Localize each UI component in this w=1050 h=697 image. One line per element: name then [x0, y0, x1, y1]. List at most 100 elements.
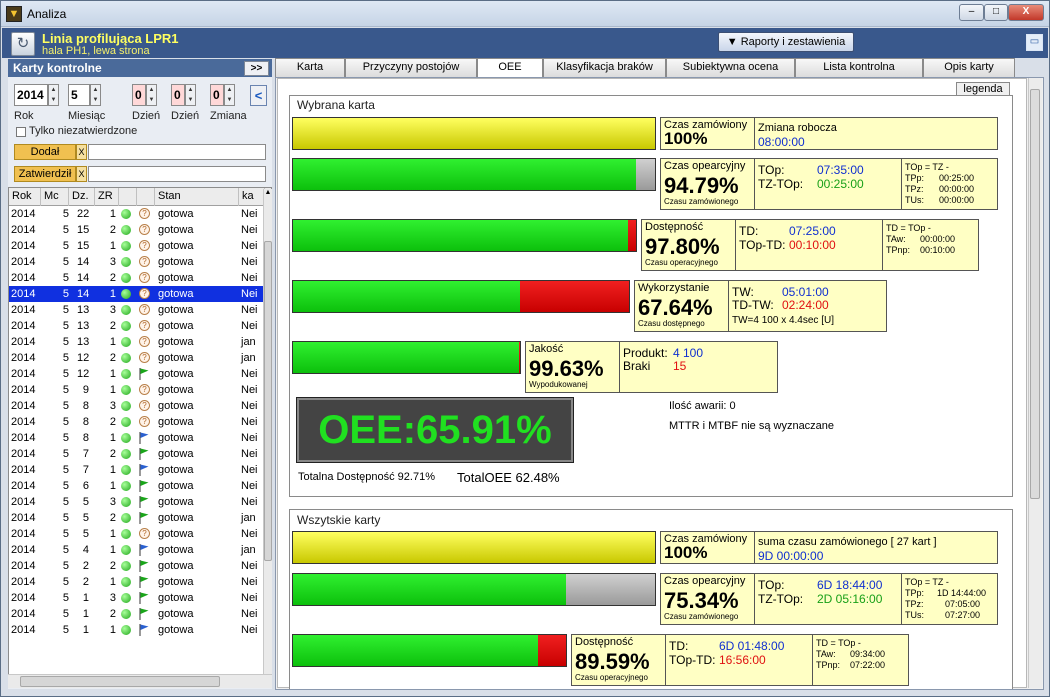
table-row[interactable]: 2014 5 15 1? gotowa Nei	[9, 238, 271, 254]
table-row[interactable]: 2014 5 4 1 gotowa jan	[9, 542, 271, 558]
table-row[interactable]: 2014 5 8 2? gotowa Nei	[9, 414, 271, 430]
month-spinner[interactable]: ▲ ▼	[90, 84, 101, 106]
cell-ka: Nei	[241, 576, 258, 588]
col-mc[interactable]: Mc	[41, 188, 69, 206]
table-row[interactable]: 2014 5 14 1? gotowa Nei	[9, 286, 271, 302]
table-row[interactable]: 2014 5 14 3? gotowa Nei	[9, 254, 271, 270]
status-ok-icon	[121, 257, 131, 267]
tab-lista-kontrolna[interactable]: Lista kontrolna	[795, 58, 923, 77]
cell-zr: 1	[109, 336, 116, 348]
tab-przyczyny-postojów[interactable]: Przyczyny postojów	[345, 58, 477, 77]
col-flag[interactable]	[137, 188, 155, 206]
cell-mc: 5	[62, 272, 69, 284]
month-input[interactable]: 5	[68, 84, 90, 106]
cell-zr: 1	[109, 624, 116, 636]
cell-zr: 3	[109, 400, 116, 412]
selected-card-title: Wybrana karta	[297, 98, 375, 112]
col-zr[interactable]: ZR	[95, 188, 119, 206]
operating-tpz-value: 00:00:00	[939, 184, 975, 194]
month-label: Miesiąc	[68, 110, 106, 122]
cell-zr: 2	[109, 608, 116, 620]
approved-by-field[interactable]	[88, 166, 266, 182]
table-row[interactable]: 2014 5 1 2 gotowa Nei	[9, 606, 271, 622]
all-ordered-bar	[292, 531, 656, 564]
previous-button[interactable]: <	[250, 85, 267, 106]
table-row[interactable]: 2014 5 5 3 gotowa Nei	[9, 494, 271, 510]
table-row[interactable]: 2014 5 2 2 gotowa Nei	[9, 558, 271, 574]
all-availability-v1: 6D 01:48:00	[719, 639, 785, 653]
year-input[interactable]: 2014	[14, 84, 48, 106]
table-row[interactable]: 2014 5 8 3? gotowa Nei	[9, 398, 271, 414]
reports-button[interactable]: ▼ Raporty i zestawienia	[718, 32, 854, 52]
status-ok-icon	[121, 209, 131, 219]
ordered-value: 08:00:00	[758, 135, 805, 149]
table-row[interactable]: 2014 5 13 1? gotowa jan	[9, 334, 271, 350]
tab-klasyfikacja-braków[interactable]: Klasyfikacja braków	[543, 58, 666, 77]
year-spinner[interactable]: ▲ ▼	[48, 84, 59, 106]
table-row[interactable]: 2014 5 8 1 gotowa Nei	[9, 430, 271, 446]
availability-l1: TD:	[739, 224, 759, 238]
expand-panel-button[interactable]: >>	[244, 61, 269, 76]
day2-input[interactable]: 0	[171, 84, 185, 106]
table-row[interactable]: 2014 5 13 3? gotowa Nei	[9, 302, 271, 318]
green-flag-icon	[139, 368, 149, 380]
status-ok-icon	[121, 497, 131, 507]
tab-oee[interactable]: OEE	[477, 58, 543, 78]
table-row[interactable]: 2014 5 5 1? gotowa Nei	[9, 526, 271, 542]
cell-dz: 6	[82, 480, 89, 492]
table-row[interactable]: 2014 5 1 3 gotowa Nei	[9, 590, 271, 606]
table-row[interactable]: 2014 5 15 2? gotowa Nei	[9, 222, 271, 238]
col-rok[interactable]: Rok	[9, 188, 41, 206]
table-row[interactable]: 2014 5 14 2? gotowa Nei	[9, 270, 271, 286]
status-ok-icon	[121, 369, 131, 379]
col-ka[interactable]: ka	[239, 188, 265, 206]
table-row[interactable]: 2014 5 13 2? gotowa Nei	[9, 318, 271, 334]
added-by-button[interactable]: Dodał	[14, 144, 76, 160]
quality-v1: 4 100	[673, 346, 704, 360]
col-stan[interactable]: Stan	[155, 188, 239, 206]
table-row[interactable]: 2014 5 22 1? gotowa Nei	[9, 206, 271, 222]
clear-approved-by-button[interactable]: X	[76, 166, 87, 182]
unapproved-checkbox[interactable]	[16, 127, 26, 137]
day1-input[interactable]: 0	[132, 84, 146, 106]
col-dz[interactable]: Dz.	[69, 188, 95, 206]
all-ordered-fill	[293, 532, 655, 563]
clear-added-by-button[interactable]: X	[76, 144, 87, 160]
table-horizontal-scrollbar[interactable]	[8, 674, 272, 688]
blue-flag-icon	[139, 624, 149, 636]
col-status[interactable]	[119, 188, 137, 206]
added-by-field[interactable]	[88, 144, 266, 160]
table-row[interactable]: 2014 5 1 1 gotowa Nei	[9, 622, 271, 638]
table-row[interactable]: 2014 5 9 1? gotowa Nei	[9, 382, 271, 398]
table-vertical-scrollbar[interactable]: ▲	[263, 189, 272, 685]
table-row[interactable]: 2014 5 7 2 gotowa Nei	[9, 446, 271, 462]
table-scroll-thumb[interactable]	[264, 241, 272, 561]
table-row[interactable]: 2014 5 6 1 gotowa Nei	[9, 478, 271, 494]
shift-input[interactable]: 0	[210, 84, 224, 106]
close-button[interactable]: X	[1008, 4, 1044, 21]
cell-ka: Nei	[241, 480, 258, 492]
table-row[interactable]: 2014 5 7 1 gotowa Nei	[9, 462, 271, 478]
table-row[interactable]: 2014 5 12 2? gotowa jan	[9, 350, 271, 366]
day2-spinner[interactable]: ▲ ▼	[185, 84, 196, 106]
approved-by-button[interactable]: Zatwierdził	[14, 166, 76, 182]
table-row[interactable]: 2014 5 12 1 gotowa Nei	[9, 366, 271, 382]
table-hscroll-thumb[interactable]	[20, 676, 220, 687]
content-scroll-thumb[interactable]	[1030, 89, 1040, 499]
scroll-up-icon[interactable]: ▲	[264, 189, 272, 201]
table-row[interactable]: 2014 5 2 1 gotowa Nei	[9, 574, 271, 590]
table-row[interactable]: 2014 5 5 2 gotowa jan	[9, 510, 271, 526]
mttr-note: MTTR i MTBF nie są wyznaczane	[669, 420, 835, 432]
all-operating-v2: 2D 05:16:00	[817, 592, 883, 606]
maximize-button[interactable]: □	[984, 4, 1008, 21]
minimize-button[interactable]: –	[959, 4, 984, 21]
tab-opis-karty[interactable]: Opis karty	[923, 58, 1015, 77]
window-toggle-icon[interactable]: ▭	[1026, 34, 1043, 51]
shift-spinner[interactable]: ▲ ▼	[224, 84, 235, 106]
tab-karta[interactable]: Karta	[275, 58, 345, 77]
cell-stan: gotowa	[158, 224, 194, 236]
day1-spinner[interactable]: ▲ ▼	[146, 84, 157, 106]
cell-rok: 2014	[11, 608, 36, 620]
cell-rok: 2014	[11, 416, 36, 428]
tab-subiektywna-ocena[interactable]: Subiektywna ocena	[666, 58, 795, 77]
